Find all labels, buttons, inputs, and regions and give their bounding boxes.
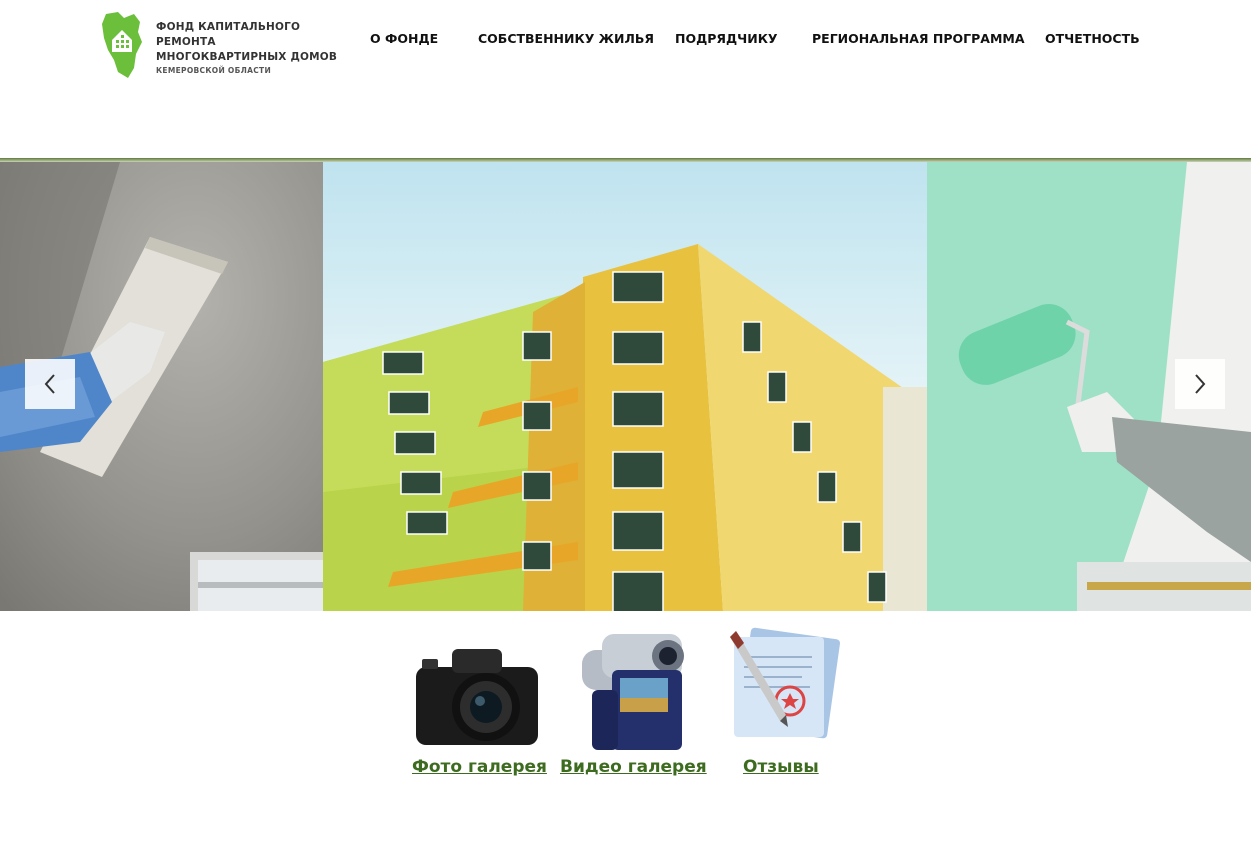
building-window	[867, 571, 887, 603]
building-window	[742, 321, 762, 353]
logo-title-line2: МНОГОКВАРТИРНЫХ ДОМОВ	[156, 51, 338, 63]
building-window	[612, 571, 664, 611]
camera-icon	[416, 649, 538, 745]
nav-item-owner[interactable]: СОБСТВЕННИКУ ЖИЛЬЯ	[478, 31, 654, 46]
slider-prev-button[interactable]	[25, 359, 75, 409]
building-window	[522, 331, 552, 361]
video-camera-icon	[582, 634, 684, 750]
slider-next-button[interactable]	[1175, 359, 1225, 409]
image-slider	[0, 162, 1251, 611]
apartment-building-photo	[323, 162, 927, 611]
building-window	[406, 511, 448, 535]
nav-item-regional-program[interactable]: РЕГИОНАЛЬНАЯ ПРОГРАММА	[812, 31, 1025, 46]
building-window	[612, 271, 664, 303]
site-logo[interactable]: ФОНД КАПИТАЛЬНОГО РЕМОНТА МНОГОКВАРТИРНЫ…	[100, 10, 350, 80]
building-window	[612, 451, 664, 489]
chevron-left-icon	[44, 374, 55, 394]
building-window	[612, 511, 664, 551]
logo-title-line1: ФОНД КАПИТАЛЬНОГО РЕМОНТА	[156, 21, 301, 48]
building-window	[522, 471, 552, 501]
building-window	[612, 391, 664, 427]
document-pen-icon	[730, 627, 841, 739]
building-window	[400, 471, 442, 495]
building-window	[394, 431, 436, 455]
video-gallery-label[interactable]: Видео галерея	[560, 757, 707, 777]
nav-item-reports[interactable]: ОТЧЕТНОСТЬ	[1045, 31, 1140, 46]
building-window	[842, 521, 862, 553]
building-graphic	[323, 244, 927, 611]
region-house-logo-icon	[102, 12, 142, 78]
building-window	[382, 351, 424, 375]
photo-gallery-label[interactable]: Фото галерея	[412, 757, 547, 777]
logo-text: ФОНД КАПИТАЛЬНОГО РЕМОНТА МНОГОКВАРТИРНЫ…	[156, 20, 350, 77]
nav-item-about[interactable]: О ФОНДЕ	[370, 31, 438, 46]
building-window	[767, 371, 787, 403]
building-window	[792, 421, 812, 453]
building-window	[522, 541, 552, 571]
building-window	[522, 401, 552, 431]
building-window	[817, 471, 837, 503]
chevron-right-icon	[1195, 374, 1206, 394]
logo-subtitle: КЕМЕРОВСКОЙ ОБЛАСТИ	[156, 66, 272, 75]
reviews-label[interactable]: Отзывы	[743, 757, 819, 777]
building-window	[612, 331, 664, 365]
header: ФОНД КАПИТАЛЬНОГО РЕМОНТА МНОГОКВАРТИРНЫ…	[0, 0, 1251, 158]
nav-item-contractor[interactable]: ПОДРЯДЧИКУ	[675, 31, 778, 46]
building-window	[388, 391, 430, 415]
